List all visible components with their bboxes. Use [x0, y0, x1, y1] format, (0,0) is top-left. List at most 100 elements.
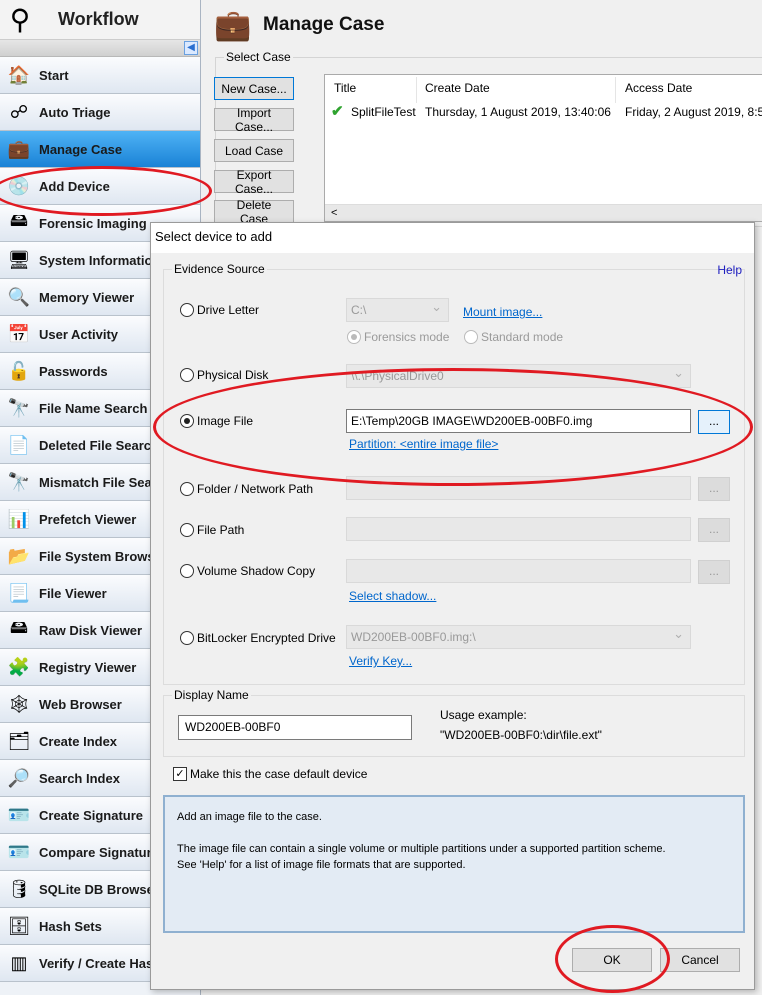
horizontal-scrollbar[interactable]: <: [325, 204, 762, 221]
column-header-create-date[interactable]: Create Date: [425, 81, 490, 95]
delete-case-button[interactable]: Delete Case: [214, 198, 294, 226]
prefetch-chart-icon: 📊: [7, 508, 31, 529]
radio-file-path[interactable]: File Path: [180, 523, 244, 537]
radio-button[interactable]: [180, 564, 194, 578]
evidence-source-label: Evidence Source: [172, 262, 267, 276]
disc-drive-icon: 💿: [7, 175, 31, 196]
display-name-input[interactable]: WD200EB-00BF0: [178, 715, 412, 740]
hash-server-icon: 🗄: [7, 915, 31, 936]
sidebar-item-label: User Activity: [39, 326, 118, 342]
radio-button[interactable]: [347, 330, 361, 344]
folder-browse-button[interactable]: ...: [698, 477, 730, 501]
sidebar-item-auto-triage[interactable]: ☍ Auto Triage: [0, 94, 200, 131]
physical-disk-select[interactable]: \\.\PhysicalDrive0: [346, 362, 691, 388]
select-shadow-link[interactable]: Select shadow...: [349, 589, 436, 603]
sidebar-item-label: Prefetch Viewer: [39, 511, 137, 527]
radio-folder-network-path[interactable]: Folder / Network Path: [180, 482, 313, 496]
usb-trident-icon: ⚲: [9, 4, 31, 35]
drive-letter-label: Drive Letter: [197, 303, 260, 317]
radio-physical-disk[interactable]: Physical Disk: [180, 368, 268, 382]
sidebar-item-label: Hash Sets: [39, 918, 102, 934]
bitlocker-select[interactable]: WD200EB-00BF0.img:\: [346, 623, 691, 649]
usage-example-label: Usage example:: [440, 708, 527, 722]
dialog-title: Select device to add: [151, 223, 754, 253]
info-line-2: The image file can contain a single volu…: [177, 843, 666, 855]
folder-network-label: Folder / Network Path: [197, 482, 314, 496]
sidebar-item-label: File Name Search: [39, 400, 148, 416]
forensics-mode-label: Forensics mode: [364, 330, 450, 344]
create-signature-icon: 🪪: [7, 804, 31, 825]
partition-link[interactable]: Partition: <entire image file>: [349, 437, 498, 451]
cancel-button[interactable]: Cancel: [660, 948, 740, 972]
radio-button[interactable]: [180, 303, 194, 317]
column-header-title[interactable]: Title: [334, 81, 356, 95]
page-title: Manage Case: [263, 14, 385, 35]
radio-button[interactable]: [180, 482, 194, 496]
help-link[interactable]: Help: [717, 263, 742, 277]
web-spider-icon: 🕸: [7, 693, 31, 714]
usage-example-value: "WD200EB-00BF0:\dir\file.ext": [440, 728, 602, 742]
sidebar-item-label: Web Browser: [39, 696, 122, 712]
physical-disk-label: Physical Disk: [197, 368, 269, 382]
default-device-checkbox[interactable]: ✓ Make this the case default device: [173, 767, 367, 781]
sidebar-item-label: Registry Viewer: [39, 659, 137, 675]
sidebar-title: Workflow: [58, 9, 139, 29]
disk-add-icon: 🖴: [9, 210, 29, 230]
radio-button[interactable]: [180, 414, 194, 428]
export-case-button[interactable]: Export Case...: [214, 168, 294, 196]
info-description-box: Add an image file to the case. The image…: [163, 795, 745, 933]
compare-signature-icon: 🪪: [7, 841, 31, 862]
file-path-input[interactable]: [346, 517, 691, 541]
ok-button[interactable]: OK: [572, 948, 652, 972]
scroll-left-icon[interactable]: <: [331, 207, 337, 219]
radio-drive-letter[interactable]: Drive Letter: [180, 303, 259, 317]
sidebar-item-label: Deleted File Search: [39, 437, 159, 453]
search-index-icon: 🔎: [7, 767, 31, 788]
standard-mode-radio[interactable]: Standard mode: [464, 330, 563, 344]
radio-image-file[interactable]: Image File: [180, 414, 253, 428]
column-header-access-date[interactable]: Access Date: [625, 81, 692, 95]
volume-shadow-browse-button[interactable]: ...: [698, 560, 730, 584]
sidebar-item-label: System Information: [39, 252, 161, 268]
radio-bitlocker-drive[interactable]: BitLocker Encrypted Drive: [180, 631, 336, 645]
radio-button[interactable]: [464, 330, 478, 344]
collapse-left-icon[interactable]: ◀: [184, 41, 198, 55]
sidebar-item-label: Compare Signature: [39, 844, 159, 860]
checkmark-icon[interactable]: ✓: [173, 767, 187, 781]
import-case-button[interactable]: Import Case...: [214, 106, 294, 134]
radio-button[interactable]: [180, 368, 194, 382]
sidebar-item-start[interactable]: 🏠 Start: [0, 57, 200, 94]
column-separator[interactable]: [615, 77, 616, 103]
forensics-mode-radio[interactable]: Forensics mode: [347, 330, 449, 344]
load-case-button[interactable]: Load Case: [214, 139, 294, 162]
radio-button[interactable]: [180, 523, 194, 537]
sidebar-item-label: Auto Triage: [39, 104, 111, 120]
radio-volume-shadow-copy[interactable]: Volume Shadow Copy: [180, 564, 315, 578]
display-name-label: Display Name: [172, 688, 251, 702]
sidebar-item-label: Raw Disk Viewer: [39, 622, 143, 638]
sidebar-item-add-device[interactable]: 💿 Add Device: [0, 168, 200, 205]
image-file-browse-button[interactable]: ...: [698, 410, 730, 434]
create-index-icon: 🗂: [7, 730, 31, 751]
drive-letter-select[interactable]: C:\: [346, 296, 449, 322]
image-file-path-input[interactable]: E:\Temp\20GB IMAGE\WD200EB-00BF0.img: [346, 409, 691, 433]
mount-image-link[interactable]: Mount image...: [463, 305, 542, 319]
briefcase-icon: 💼: [7, 138, 31, 159]
new-case-button[interactable]: New Case...: [214, 77, 294, 100]
sidebar-item-label: Search Index: [39, 770, 120, 786]
sidebar-item-manage-case[interactable]: 💼 Manage Case: [0, 131, 200, 168]
briefcase-icon: 💼: [214, 8, 252, 42]
sidebar-item-label: Create Signature: [39, 807, 144, 823]
column-separator[interactable]: [416, 77, 417, 103]
file-path-browse-button[interactable]: ...: [698, 518, 730, 542]
volume-shadow-input[interactable]: [346, 559, 691, 583]
sidebar-item-label: Add Device: [39, 178, 110, 194]
radio-button[interactable]: [180, 631, 194, 645]
server-info-icon: 🖥: [7, 249, 31, 270]
barcode-icon: ▥: [10, 952, 28, 973]
standard-mode-label: Standard mode: [481, 330, 564, 344]
verify-key-link[interactable]: Verify Key...: [349, 654, 412, 668]
folder-network-input[interactable]: [346, 476, 691, 500]
registry-search-icon: 🧩: [7, 656, 31, 677]
sidebar-header: ⚲ Workflow: [0, 0, 200, 40]
